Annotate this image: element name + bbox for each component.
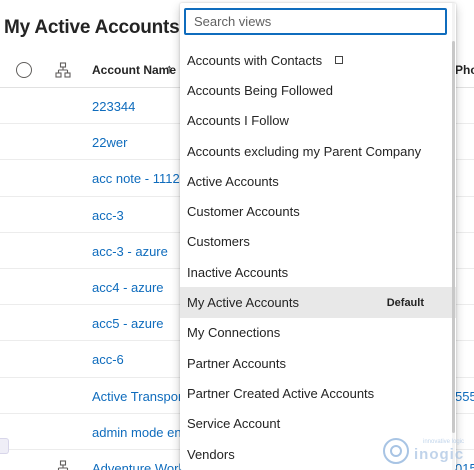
view-option[interactable]: Active Accounts — [180, 166, 456, 196]
account-name-link[interactable]: acc4 - azure — [92, 280, 164, 295]
watermark-brand: inogic — [414, 446, 465, 463]
view-option[interactable]: Service Account — [180, 409, 456, 439]
view-option[interactable]: Accounts excluding my Parent Company — [180, 136, 456, 166]
phone-value: 555 — [455, 388, 474, 404]
view-option-label: Vendors — [187, 446, 235, 462]
account-name-link[interactable]: acc-3 - azure — [92, 244, 168, 259]
column-header-phone[interactable]: Phon — [455, 63, 474, 77]
account-name-link[interactable]: Adventure Works — [92, 461, 191, 470]
dropdown-scrollbar[interactable] — [451, 3, 456, 470]
account-name-link[interactable]: 223344 — [92, 99, 135, 114]
view-option-label: My Active Accounts — [187, 295, 299, 311]
view-option[interactable]: Accounts Being Followed — [180, 75, 456, 105]
hierarchy-icon — [55, 62, 71, 78]
view-option-label: Accounts I Follow — [187, 113, 289, 129]
view-title-text: My Active Accounts — [4, 17, 180, 38]
watermark-tagline: innovative logic — [423, 439, 465, 445]
view-option[interactable]: Partner Accounts — [180, 348, 456, 378]
view-option-label: My Connections — [187, 325, 281, 341]
view-option-label: Partner Accounts — [187, 355, 286, 371]
view-option[interactable]: Accounts with Contacts — [180, 45, 456, 75]
view-option[interactable]: Inactive Accounts — [180, 257, 456, 287]
view-selector-title[interactable]: My Active Accounts — [4, 14, 202, 42]
view-option-label: Active Accounts — [187, 173, 279, 189]
inogic-watermark-logo: innovative logic inogic — [383, 436, 473, 468]
view-option[interactable]: Accounts I Follow — [180, 106, 456, 136]
view-option-label: Customer Accounts — [187, 204, 300, 220]
account-name-link[interactable]: admin mode ena — [92, 425, 189, 440]
view-option[interactable]: Customer Accounts — [180, 196, 456, 226]
view-option-label: Accounts Being Followed — [187, 82, 333, 98]
horizontal-scroll-handle[interactable] — [0, 438, 9, 454]
account-name-link[interactable]: acc-3 — [92, 208, 124, 223]
view-option-label: Customers — [187, 234, 250, 250]
default-badge: Default — [386, 296, 424, 309]
account-name-link[interactable]: 22wer — [92, 135, 127, 150]
select-all-radio[interactable] — [16, 62, 32, 78]
view-selector-dropdown: Accounts with Contacts Accounts Being Fo… — [180, 3, 456, 470]
account-name-link[interactable]: acc-6 — [92, 352, 124, 367]
view-option[interactable]: My Connections — [180, 318, 456, 348]
view-option-label: Partner Created Active Accounts — [187, 385, 375, 401]
column-header-account-name[interactable]: Account Name — [92, 63, 176, 77]
sort-ascending-icon: ↑ — [166, 61, 173, 76]
view-option-selected[interactable]: My Active Accounts Default — [180, 287, 456, 318]
view-option-label: Accounts excluding my Parent Company — [187, 143, 422, 159]
view-option-label: Inactive Accounts — [187, 264, 289, 280]
search-views-input[interactable] — [184, 8, 447, 35]
hierarchy-icon[interactable] — [55, 460, 71, 470]
view-list: Accounts with Contacts Accounts Being Fo… — [180, 45, 456, 469]
view-option[interactable]: Customers — [180, 227, 456, 257]
logo-inner-ring-icon — [390, 445, 402, 457]
view-option[interactable]: Partner Created Active Accounts — [180, 378, 456, 408]
checkbox-icon — [335, 56, 344, 65]
account-name-link[interactable]: acc5 - azure — [92, 316, 164, 331]
view-option-label: Service Account — [187, 416, 281, 432]
account-name-link[interactable]: Active Transport — [92, 389, 186, 404]
account-name-link[interactable]: acc note - 1112 — [92, 171, 180, 186]
view-option-label: Accounts with Contacts — [187, 52, 323, 68]
